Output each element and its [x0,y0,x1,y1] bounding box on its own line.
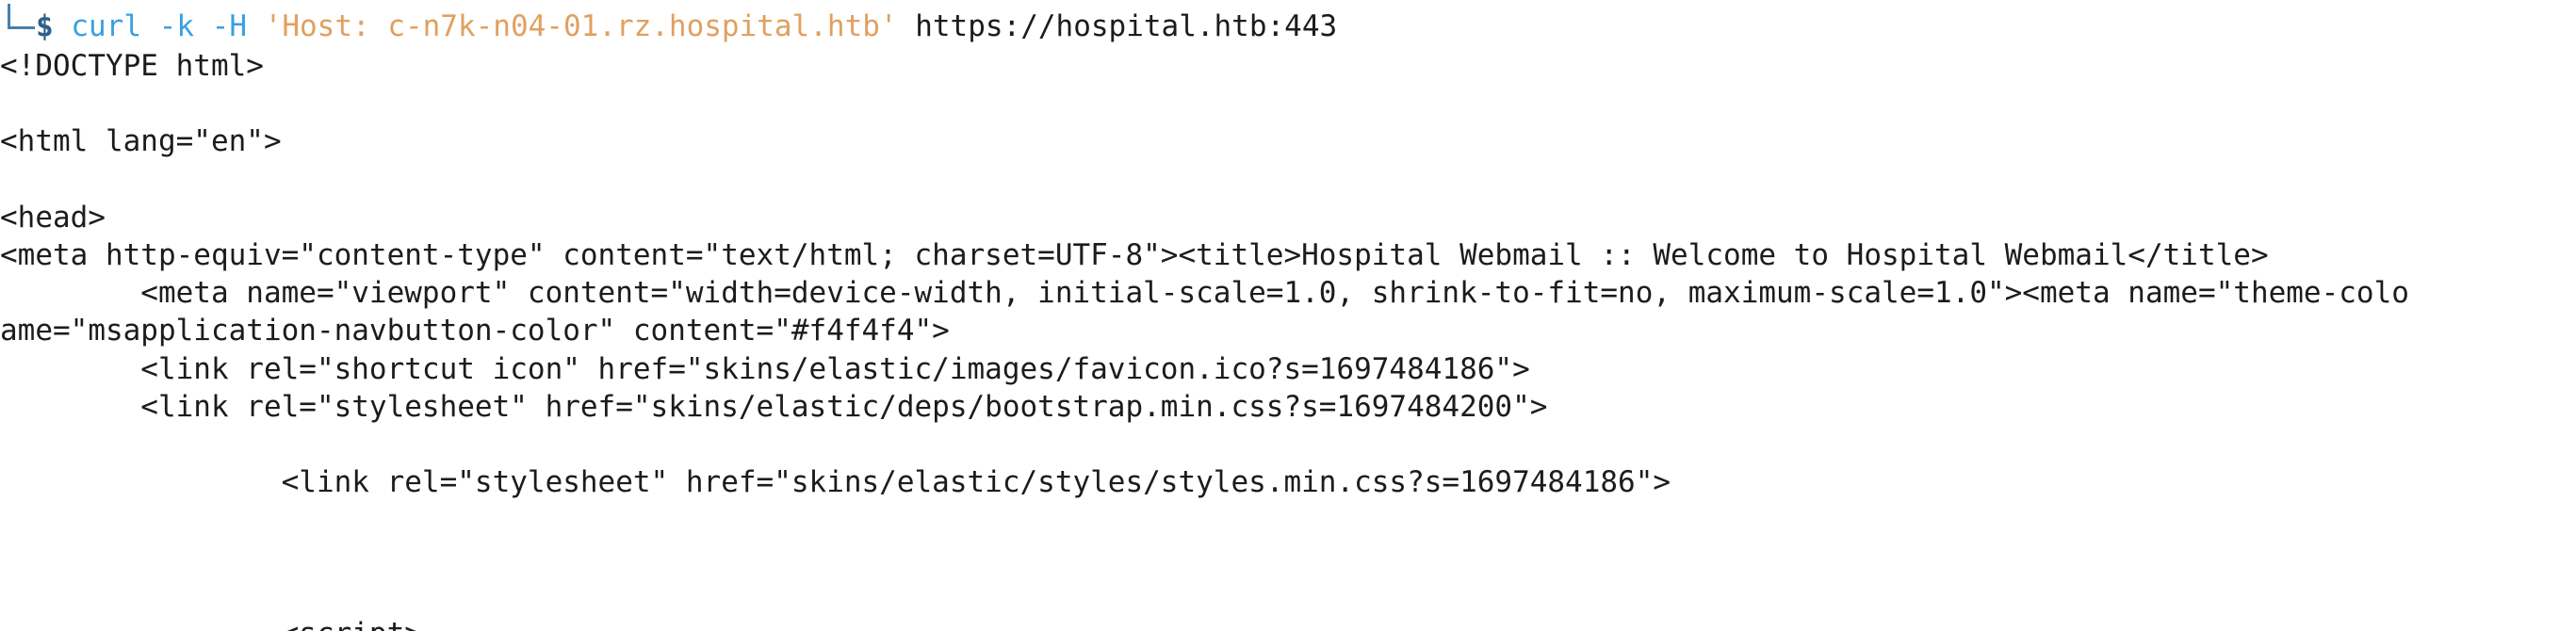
output-line: <!DOCTYPE html> [0,49,264,83]
output-line: <link rel="shortcut icon" href="skins/el… [0,351,1530,386]
output-line: <link rel="stylesheet" href="skins/elast… [0,465,1671,500]
prompt-line: $ curl -k -H 'Host: c-n7k-n04-01.rz.hosp… [0,4,1338,45]
output-line: <link rel="stylesheet" href="skins/elast… [0,389,1548,424]
output-line: <head> [0,200,106,235]
output-line: <script> [0,615,422,631]
prompt-symbol: $ [36,9,54,43]
prompt-corner-icon [0,4,36,45]
command-header-arg: 'Host: c-n7k-n04-01.rz.hospital.htb' [264,9,898,43]
command-flags: -k -H [158,9,247,43]
output-line: <meta name="viewport" content="width=dev… [0,276,2409,311]
command-target-url: https://hospital.htb:443 [915,9,1338,43]
command-name: curl [71,9,141,43]
terminal-window[interactable]: $ curl -k -H 'Host: c-n7k-n04-01.rz.hosp… [0,0,2576,631]
output-line: <html lang="en"> [0,124,282,159]
output-line: ame="msapplication-navbutton-color" cont… [0,314,950,348]
output-line: <meta http-equiv="content-type" content=… [0,238,2269,272]
